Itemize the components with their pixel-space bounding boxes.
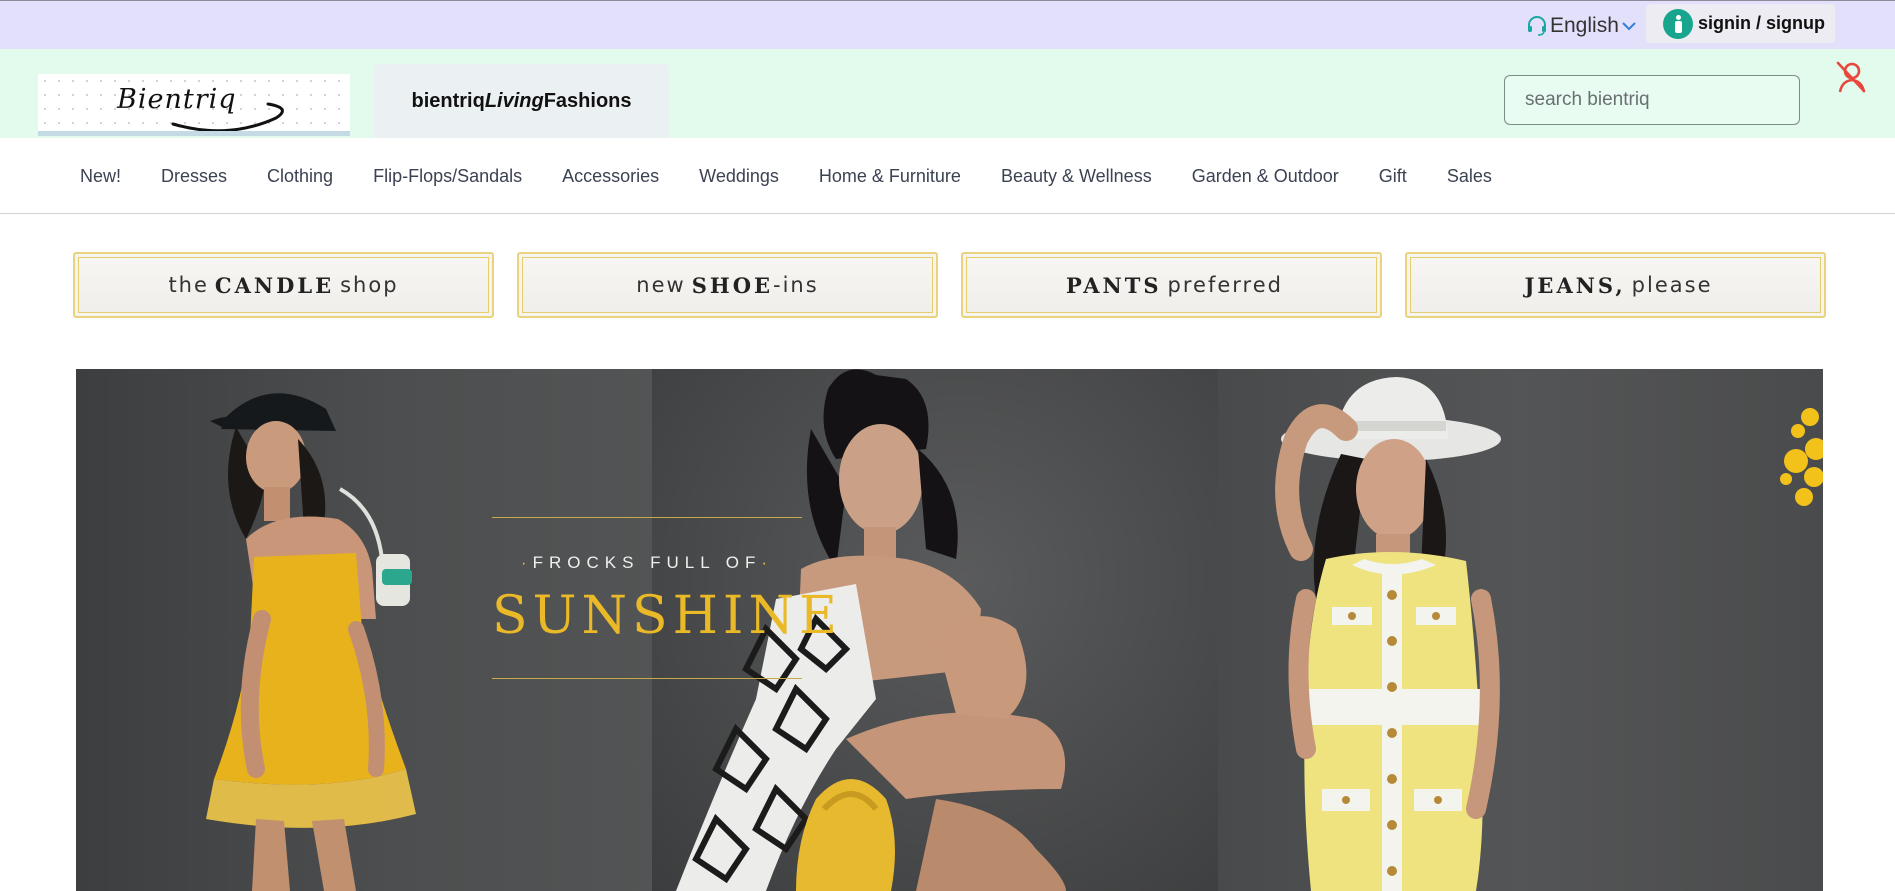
promo-jeans-please[interactable]: JEANS, please (1405, 252, 1826, 318)
search-input[interactable] (1504, 75, 1800, 125)
promo-pants-preferred[interactable]: PANTS preferred (961, 252, 1382, 318)
headset-icon (1526, 15, 1548, 37)
promo-row: the CANDLE shop new SHOE -ins PANTS pref… (73, 252, 1826, 318)
category-nav: New! Dresses Clothing Flip-Flops/Sandals… (0, 138, 1895, 214)
promo-post: preferred (1167, 273, 1283, 297)
promo-bold: SHOE (691, 272, 774, 298)
promo-bold: PANTS (1066, 272, 1162, 298)
promo-pre: new (636, 273, 686, 297)
promo-bold: JEANS, (1524, 272, 1626, 298)
user-off-icon[interactable] (1832, 57, 1870, 102)
promo-candle-shop[interactable]: the CANDLE shop (73, 252, 494, 318)
model-white-hat (1275, 377, 1501, 891)
brand-part-3: Fashions (543, 89, 632, 112)
hero-banner[interactable]: ·FROCKS FULL OF· SUNSHINE (76, 369, 1823, 891)
hero-photo-illustration (206, 369, 1823, 891)
nav-item-home-furniture[interactable]: Home & Furniture (819, 166, 961, 187)
chevron-down-icon (1621, 20, 1637, 32)
nav-item-accessories[interactable]: Accessories (562, 166, 659, 187)
promo-pre: the (168, 273, 209, 297)
nav-item-weddings[interactable]: Weddings (699, 166, 779, 187)
promo-bold: CANDLE (214, 272, 335, 298)
nav-item-beauty-wellness[interactable]: Beauty & Wellness (1001, 166, 1152, 187)
promo-shoe-ins[interactable]: new SHOE -ins (517, 252, 938, 318)
logo-swoosh (171, 102, 284, 131)
promo-post: please (1631, 273, 1713, 297)
nav-item-dresses[interactable]: Dresses (161, 166, 227, 187)
nav-item-flip-flops-sandals[interactable]: Flip-Flops/Sandals (373, 166, 522, 187)
brand-part-2: Living (484, 89, 544, 112)
promo-post: -ins (773, 273, 819, 297)
promo-post: shop (340, 273, 399, 297)
hero-kicker: ·FROCKS FULL OF· (492, 553, 802, 573)
nav-item-clothing[interactable]: Clothing (267, 166, 333, 187)
hero-headline-block: ·FROCKS FULL OF· SUNSHINE (492, 517, 842, 679)
flowers-decoration (1780, 408, 1823, 506)
brand-tab[interactable]: bientriq Living Fashions (374, 64, 669, 138)
kicker-dot-icon: · (520, 553, 533, 572)
user-icon (1663, 8, 1693, 39)
kicker-dot-icon: · (761, 553, 774, 572)
hero-kicker-text: FROCKS FULL OF (532, 553, 762, 572)
brand-part-1: bientriq (411, 89, 485, 112)
nav-item-garden-outdoor[interactable]: Garden & Outdoor (1192, 166, 1339, 187)
nav-item-new[interactable]: New! (80, 166, 121, 187)
model-yellow-dress (206, 393, 416, 891)
hero-headline: SUNSHINE (492, 586, 842, 646)
language-label: English (1550, 14, 1619, 37)
utility-bar: English signin / signup (0, 0, 1895, 49)
signin-label: signin / signup (1698, 13, 1825, 33)
site-logo[interactable]: Bientriq (38, 74, 350, 136)
site-header: Bientriq bientriq Living Fashions (0, 49, 1895, 138)
language-selector[interactable]: English (1526, 11, 1637, 41)
signin-signup-button[interactable]: signin / signup (1646, 4, 1835, 43)
nav-item-sales[interactable]: Sales (1447, 166, 1492, 187)
nav-item-gift[interactable]: Gift (1379, 166, 1407, 187)
